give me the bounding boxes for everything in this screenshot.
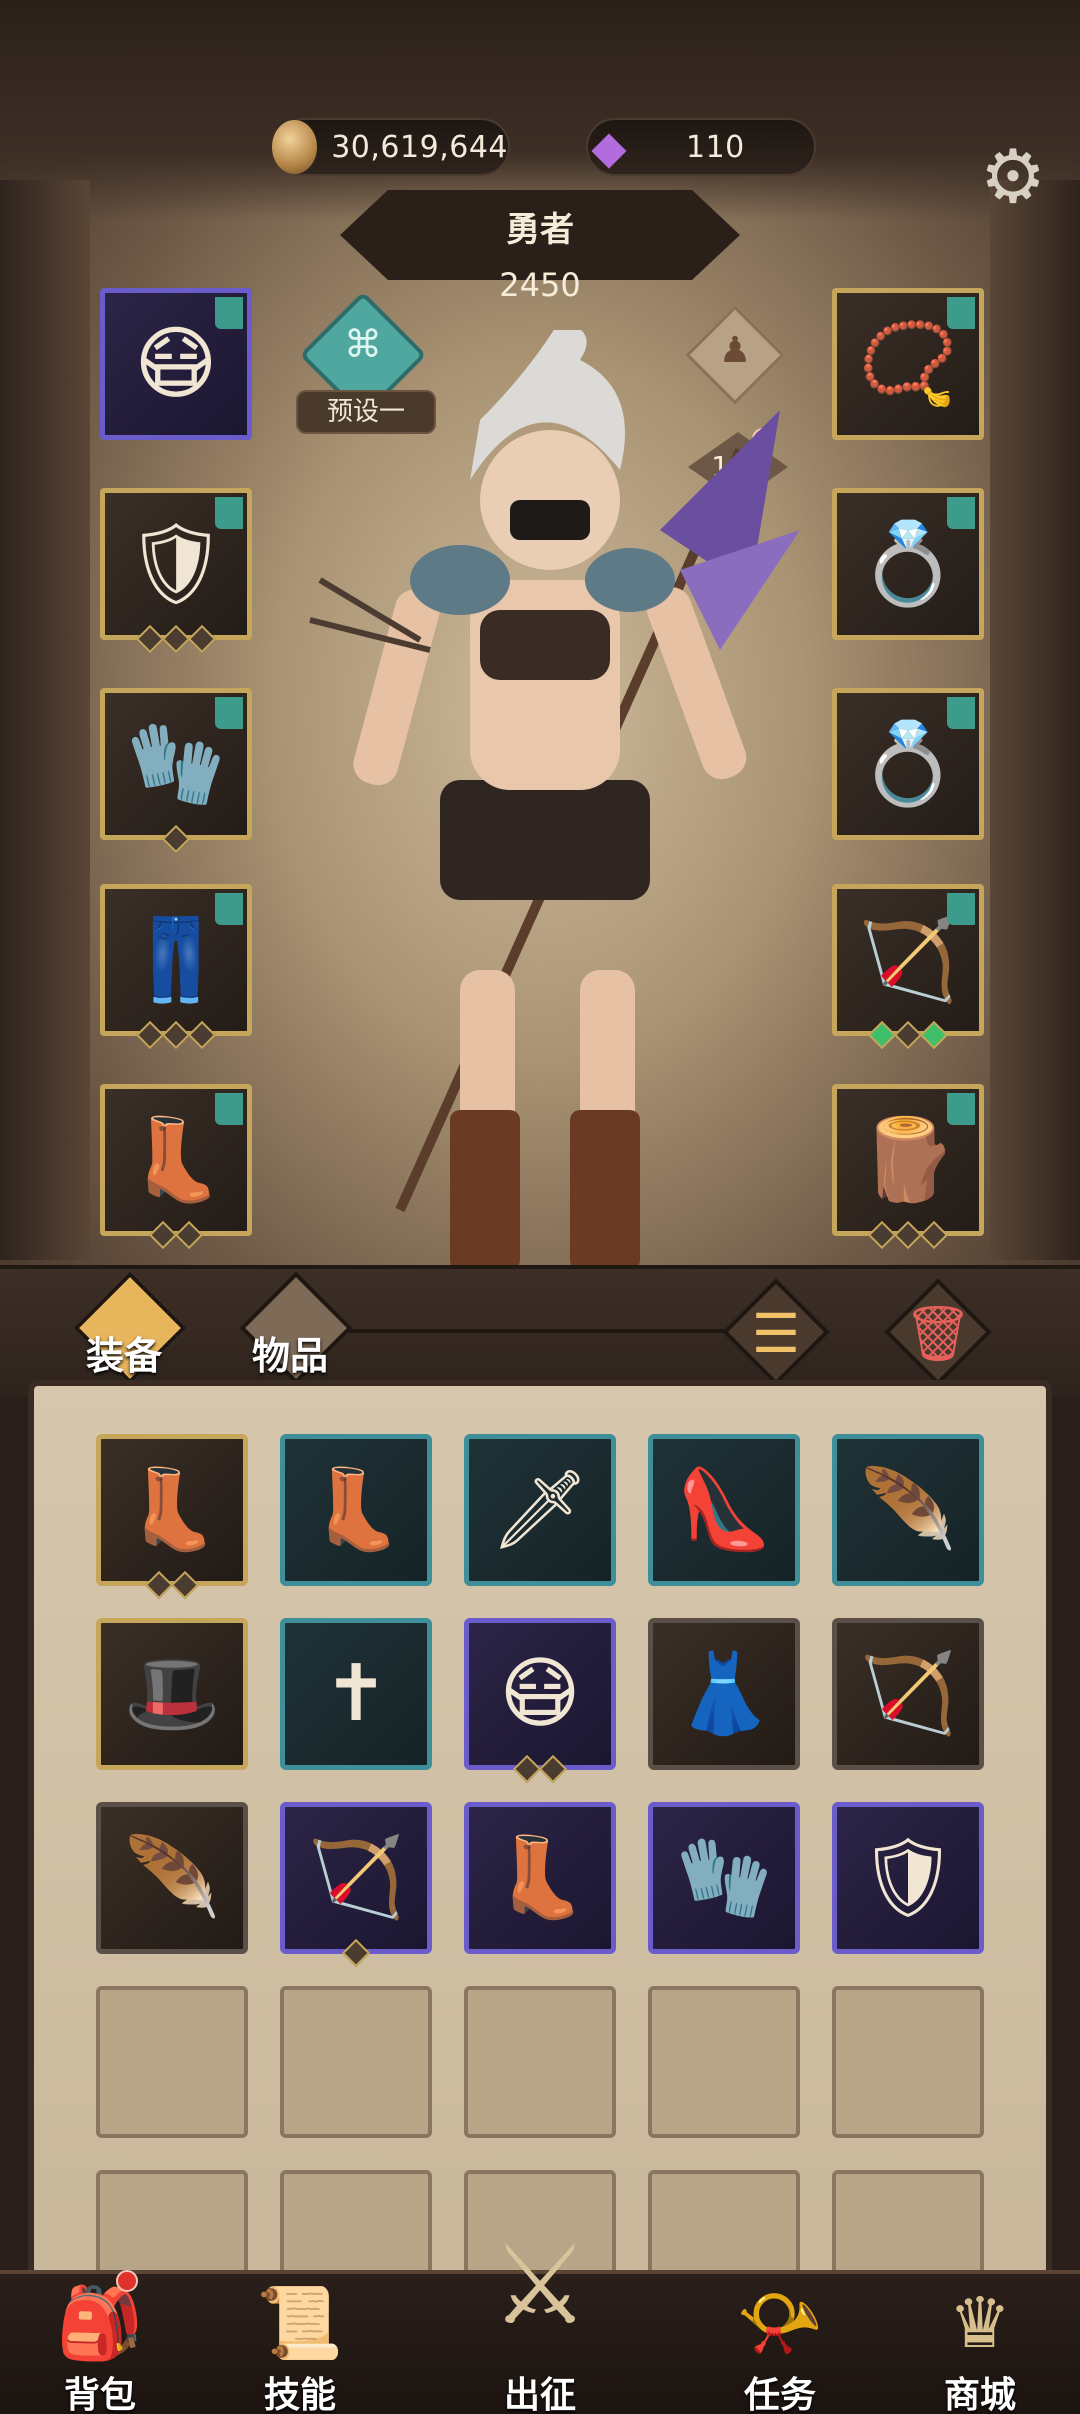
quiver-icon: 🪶 [123,1833,221,1923]
equip-slot-chest[interactable]: 🛡 [100,488,252,654]
inventory-slot-empty[interactable] [280,1986,432,2138]
mask-icon: 😷 [134,317,218,410]
gold-amount: 30,619,644 [331,129,508,165]
gem-amount: 110 [686,129,745,165]
gear-icon[interactable]: ⚙ [968,132,1058,222]
sword-map-icon: ⚔ [490,2221,590,2349]
nav-bag[interactable]: 🎒 背包 [10,2270,190,2414]
pants-icon: 👖 [126,913,226,1006]
sort-button[interactable]: ☰ [722,1278,830,1386]
bag-alert-dot [116,2270,138,2292]
inventory-slot[interactable]: 🗡 [464,1434,616,1586]
equip-slot-ring-1[interactable]: 💍 [832,488,984,640]
trash-button[interactable]: 🗑 [884,1278,992,1386]
hat-icon: 🎩 [123,1649,221,1739]
equip-slot-gloves[interactable]: 🧤 [100,688,252,854]
inventory-slot[interactable]: 👗 [648,1618,800,1770]
inventory-slot[interactable]: 🏹 [280,1802,432,1968]
ring-icon: 💍 [858,517,958,610]
nav-shop-label: 商城 [943,2375,1016,2414]
sort-icon: ☰ [751,1302,801,1365]
nav-quests[interactable]: 📯 任务 [690,2270,870,2414]
nav-quests-label: 任务 [743,2375,816,2414]
equip-slot-ring-2[interactable]: 💍 [832,688,984,840]
hero-power: 2450 [499,266,581,304]
amulet-icon: 📿 [858,317,958,410]
inventory-slot[interactable]: 👢 [96,1434,248,1600]
gem-icon: ◆ [591,120,627,174]
quiver-icon: 🏹 [307,1833,405,1923]
inventory-slot-empty[interactable] [832,1986,984,2138]
fur-boots-icon: 👢 [307,1465,405,1555]
equip-slot-boots[interactable]: 👢 [100,1084,252,1250]
quiver-icon: 🪶 [859,1465,957,1555]
cross-necklace-icon: ✝ [323,1649,389,1739]
equip-slot-quiver[interactable]: 🪵 [832,1084,984,1250]
chest-armor-icon: 🛡 [125,517,227,610]
scroll-icon: 📯 [736,2282,824,2364]
blue-quiver-icon: 🏹 [859,1649,957,1739]
inventory-slot[interactable]: 🎩 [96,1618,248,1770]
bracer-icon: 🛡 [858,1833,958,1923]
nav-expedition[interactable]: ⚔ 出征 [450,2230,630,2414]
inventory-slot[interactable]: 🛡 [832,1802,984,1954]
inventory-slot[interactable]: 🪶 [96,1802,248,1954]
inventory-slot[interactable]: 👢 [464,1802,616,1954]
gauntlet-icon: 🧤 [126,717,226,810]
crown-shop-icon: ♛ [948,2282,1012,2364]
gold-currency[interactable]: 30,619,644 [272,118,510,176]
inventory-slot[interactable]: 👠 [648,1434,800,1586]
hero-character [309,330,800,1270]
inventory-slot-empty[interactable] [96,1986,248,2138]
skirt-icon: 👗 [675,1649,773,1739]
boots-icon: 👢 [123,1465,221,1555]
mask-icon: 😷 [499,1649,581,1739]
inventory-slot[interactable]: 🪶 [832,1434,984,1586]
equip-slot-weapon[interactable]: 🏹 [832,884,984,1050]
heeled-boots-icon: 👠 [675,1465,773,1555]
skill-book-icon: 📜 [256,2282,344,2364]
equip-slot-pants[interactable]: 👖 [100,884,252,1050]
boots-icon: 👢 [491,1833,589,1923]
gauntlet-icon: 🧤 [675,1833,773,1923]
quiver-icon: 🪵 [858,1113,958,1206]
nav-bag-label: 背包 [63,2375,136,2414]
inventory-slot[interactable]: ✝ [280,1618,432,1770]
staff-weapon-icon: 🏹 [858,913,958,1006]
tab-items-label: 物品 [252,1334,329,1378]
coin-icon [272,120,318,174]
trash-icon: 🗑 [903,1302,973,1365]
inventory-slot[interactable]: 👢 [280,1434,432,1586]
ring-icon: 💍 [858,717,958,810]
boots-icon: 👢 [126,1113,226,1206]
bag-icon: 🎒 [56,2282,144,2364]
arch-right [990,180,1080,1260]
equip-slot-mask[interactable]: 😷 [100,288,252,440]
tab-equipment-label: 装备 [86,1334,163,1378]
nav-shop[interactable]: ♛ 商城 [890,2270,1070,2414]
nav-expedition-label: 出征 [503,2375,576,2414]
nav-skills[interactable]: 📜 技能 [210,2270,390,2414]
hero-title: 勇者 [506,210,574,250]
hero-banner: 勇者 2450 [340,180,740,310]
inventory-slot[interactable]: 🏹 [832,1618,984,1770]
equip-slot-necklace[interactable]: 📿 [832,288,984,440]
gem-currency[interactable]: ◆ 110 [586,118,816,176]
inventory-slot-empty[interactable] [464,1986,616,2138]
inventory-slot-empty[interactable] [648,1986,800,2138]
inventory-slot[interactable]: 😷 [464,1618,616,1784]
arch-left [0,180,90,1260]
crossbow-icon: 🗡 [490,1465,590,1555]
inventory-slot[interactable]: 🧤 [648,1802,800,1954]
nav-skills-label: 技能 [263,2375,336,2414]
